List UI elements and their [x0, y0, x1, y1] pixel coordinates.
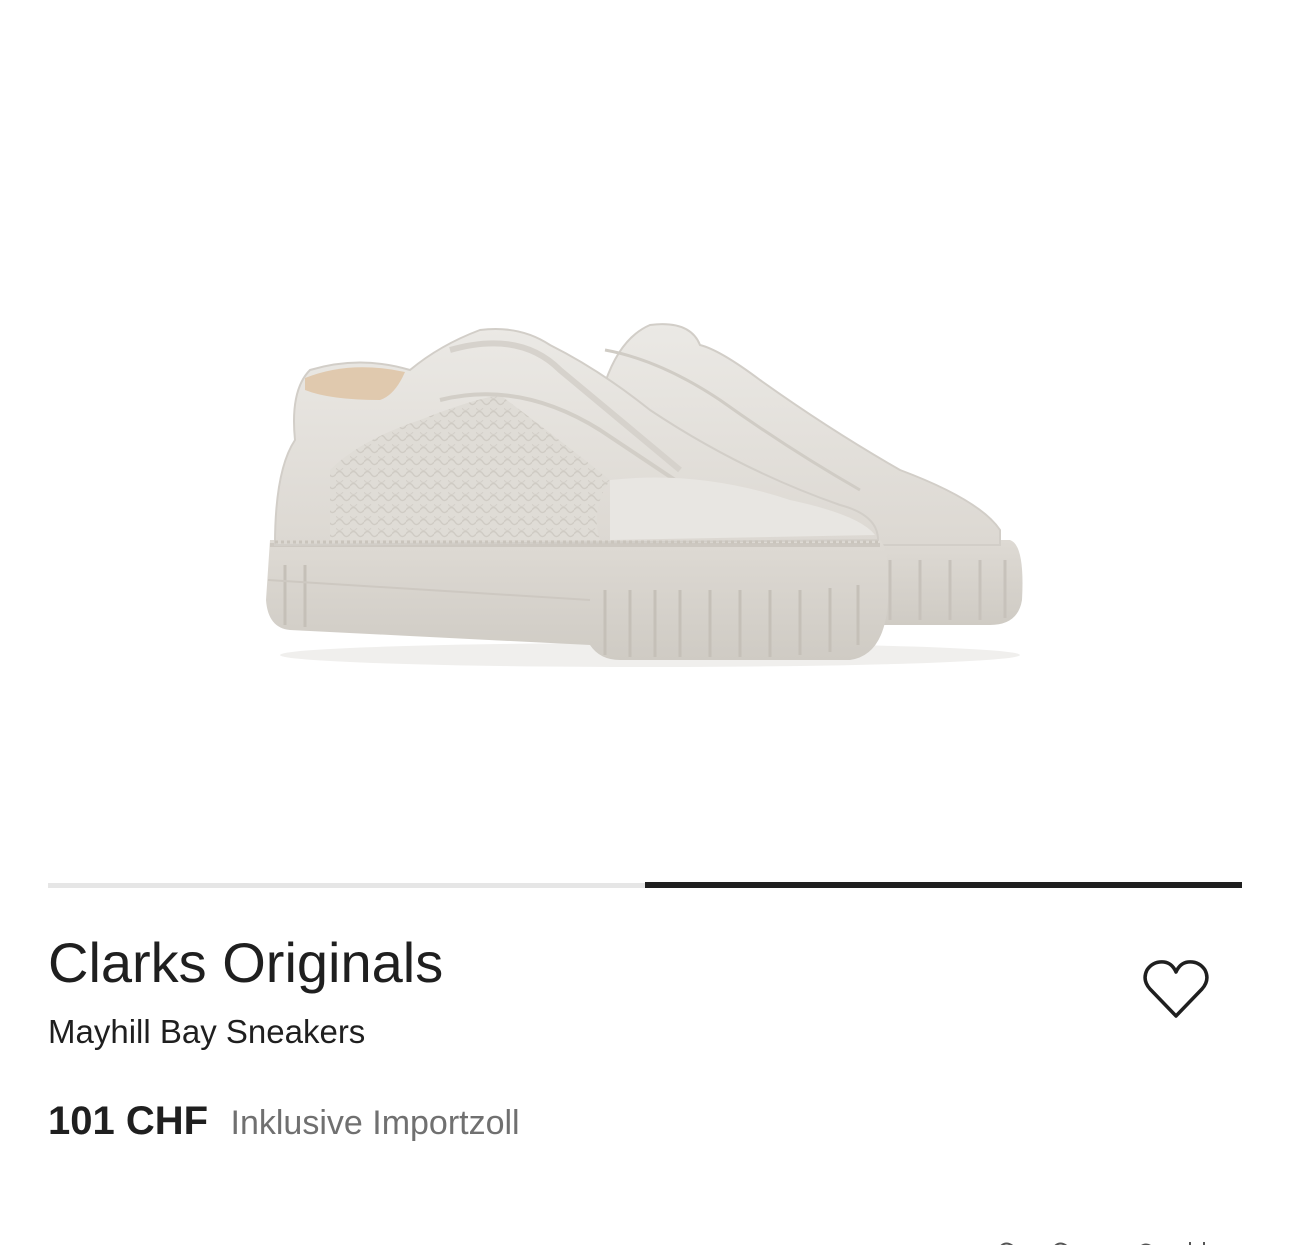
price-note: Inklusive Importzoll	[230, 1104, 520, 1142]
product-page: Clarks Originals Mayhill Bay Sneakers 10…	[0, 0, 1290, 1245]
heart-outline-icon	[1143, 960, 1209, 1018]
sneaker-image	[266, 323, 1023, 667]
carousel-indicator[interactable]	[48, 882, 1242, 888]
product-name: Mayhill Bay Sneakers	[48, 1013, 366, 1050]
price: 101 CHF	[48, 1099, 209, 1143]
wishlist-button[interactable]	[1138, 956, 1214, 1026]
cut-off-content	[990, 1234, 1230, 1245]
brand-name[interactable]: Clarks Originals	[48, 930, 443, 996]
carousel-segment-1[interactable]	[48, 883, 645, 888]
price-row: 101 CHF Inklusive Importzoll	[48, 1098, 520, 1146]
carousel-segment-2-active[interactable]	[645, 882, 1242, 888]
product-image[interactable]	[0, 0, 1290, 880]
